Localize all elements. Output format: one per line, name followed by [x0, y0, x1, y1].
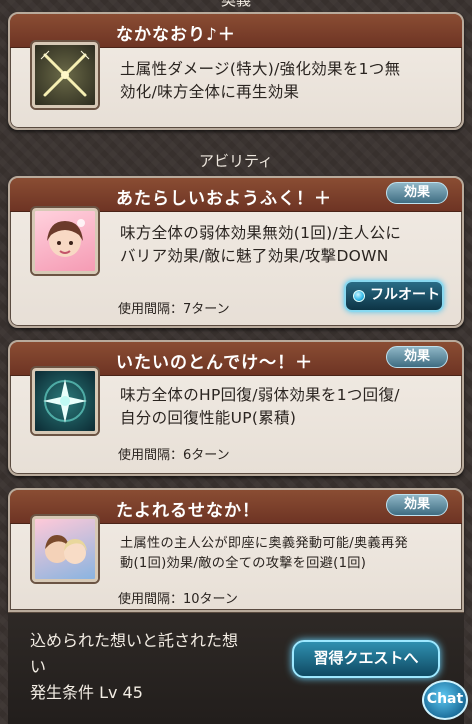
ability-2-description-line-1: 味方全体のHP回復/弱体効果を1つ回復/: [120, 386, 400, 404]
ougi-name: なかなおり♪＋: [116, 25, 236, 45]
quest-title-line-2: い: [30, 657, 47, 676]
ability-2-name: いたいのとんでけ〜！＋: [116, 353, 314, 373]
ability-2-effect-tag[interactable]: 効果: [386, 346, 448, 368]
ougi-description: 土属性ダメージ(特大)/強化効果を1つ無 効化/味方全体に再生効果: [120, 58, 400, 104]
ability-2-cooldown: 使用間隔：6ターン: [118, 448, 230, 463]
ability-1-description-line-1: 味方全体の弱体効果無効(1回)/主人公に: [120, 224, 402, 242]
fullauto-label: フルオート: [370, 287, 440, 303]
ability-3-description: 土属性の主人公が即座に奥義発動可能/奥義再発 動(1回)効果/敵の全ての攻撃を回…: [120, 534, 408, 574]
ougi-description-line-1: 土属性ダメージ(特大)/強化効果を1つ無: [120, 60, 401, 78]
ability-3-cooldown: 使用間隔：10ターン: [118, 592, 238, 607]
section-title-abilities: アビリティ: [198, 152, 274, 170]
ability-1-effect-tag[interactable]: 効果: [386, 182, 448, 204]
section-header-ougi-text: 奥義: [0, 0, 472, 8]
ability-card-1[interactable]: あたらしいおようふく！＋ 効果 味方全体の弱体効果無効(1回)/主人公に バリア…: [8, 176, 464, 328]
quest-title-line-1: 込められた想いと託された想: [30, 631, 239, 650]
ability-1-description-line-2: バリア効果/敵に魅了効果/攻撃DOWN: [120, 247, 389, 265]
ability-3-effect-tag[interactable]: 効果: [386, 494, 448, 516]
ability-card-3[interactable]: たよれるせなか！ 効果 土属性の主人公が即座に奥義発動可能/奥義再発 動(1回)…: [8, 488, 464, 612]
quest-condition: 発生条件 Lv 45: [30, 683, 143, 702]
ability-1-header: あたらしいおようふく！＋ 効果: [10, 178, 462, 212]
learn-quest-button[interactable]: 習得クエストへ: [292, 640, 440, 678]
ability-card-2[interactable]: いたいのとんでけ〜！＋ 効果 味方全体のHP回復/弱体効果を1つ回復/ 自分の回…: [8, 340, 464, 476]
fullauto-button[interactable]: フルオート: [344, 280, 444, 312]
ability-1-cooldown: 使用間隔：7ターン: [118, 302, 230, 317]
character-portrait-icon: [32, 208, 98, 274]
chat-button[interactable]: Chat: [422, 680, 468, 720]
ability-2-description: 味方全体のHP回復/弱体効果を1つ回復/ 自分の回復性能UP(累積): [120, 384, 400, 430]
section-header-ougi-partial: 奥義: [0, 0, 472, 8]
fullauto-indicator-icon: [353, 290, 365, 302]
ougi-description-line-2: 効化/味方全体に再生効果: [120, 83, 300, 101]
ability-3-description-line-1: 土属性の主人公が即座に奥義発動可能/奥義再発: [120, 536, 408, 551]
ability-2-description-line-2: 自分の回復性能UP(累積): [120, 409, 297, 427]
ability-1-description: 味方全体の弱体効果無効(1回)/主人公に バリア効果/敵に魅了効果/攻撃DOWN: [120, 222, 401, 268]
crossed-swords-icon: [32, 42, 98, 108]
ougi-card: なかなおり♪＋ 土属性ダメージ(特大)/強化効果を1つ無 効化/味方全体に再生効…: [8, 12, 464, 130]
ability-3-name: たよれるせなか！: [116, 501, 260, 521]
ability-3-description-line-2: 動(1回)効果/敵の全ての攻撃を回避(1回): [120, 556, 367, 571]
ability-1-name: あたらしいおようふく！＋: [116, 189, 332, 209]
duo-portrait-icon: [32, 516, 98, 582]
sparkle-heal-icon: [32, 368, 98, 434]
